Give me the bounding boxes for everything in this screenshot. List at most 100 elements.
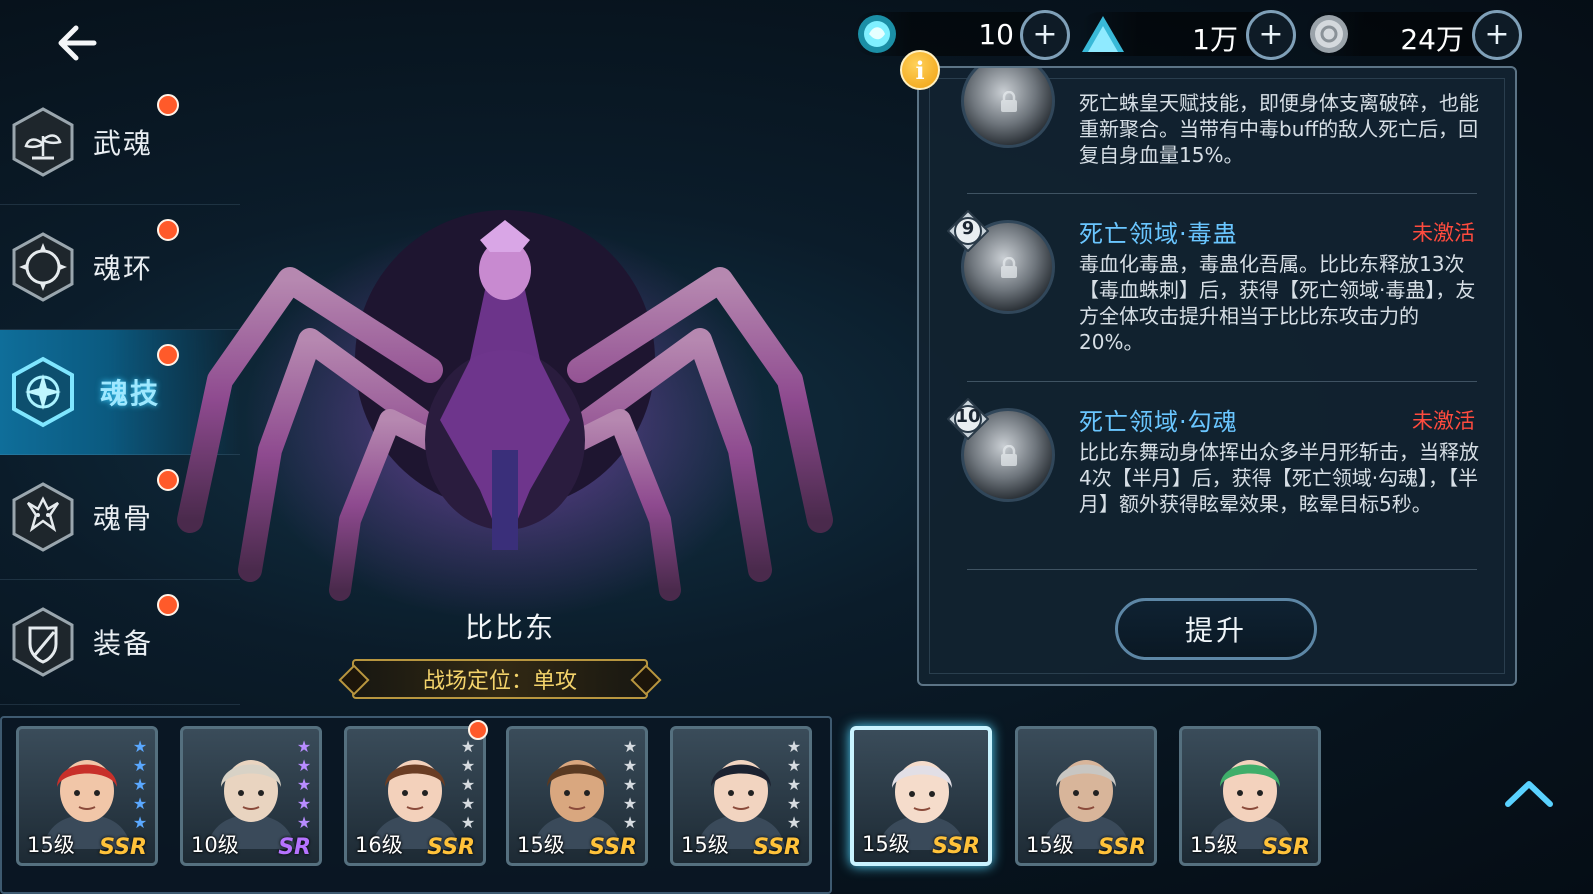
hero-level: 15级 <box>517 833 565 857</box>
star-icon: ★ <box>132 775 148 794</box>
star-rating: ★ ★ ★ ★ ★ <box>785 737 803 832</box>
chevron-up-icon[interactable] <box>1504 776 1554 810</box>
hero-card[interactable]: 15级 SSR <box>1015 726 1157 866</box>
skill-description: 死亡蛛皇天赋技能，即便身体支离破碎，也能重新聚合。当带有中毒buff的敌人死亡后… <box>1079 91 1479 167</box>
currency-silver-coin: 24万 + <box>1304 8 1526 60</box>
currency-value: 1万 <box>1192 23 1238 56</box>
add-soul-crystal-button[interactable]: + <box>1020 10 1070 60</box>
character-model[interactable] <box>160 190 860 630</box>
lock-icon <box>1001 445 1017 466</box>
star-icon: ★ <box>296 756 312 775</box>
hero-level: 15级 <box>681 833 729 857</box>
upgrade-button[interactable]: 提升 <box>1115 598 1317 660</box>
hero-rarity: SR <box>278 835 311 860</box>
hero-card[interactable]: ★ ★ ★ ★ ★ 15级 SSR <box>670 726 812 866</box>
star-icon: ★ <box>622 813 638 832</box>
divider <box>967 193 1477 194</box>
star-icon: ★ <box>296 794 312 813</box>
star-rating: ★ ★ ★ ★ ★ <box>131 737 149 832</box>
star-icon: ★ <box>460 794 476 813</box>
star-icon: ★ <box>786 737 802 756</box>
star-icon: ★ <box>460 756 476 775</box>
skill-status: 未激活 <box>1412 409 1475 433</box>
star-icon: ★ <box>622 756 638 775</box>
hero-rarity: SSR <box>589 835 637 860</box>
soul-crystal-icon <box>858 15 896 53</box>
star-icon: ★ <box>460 813 476 832</box>
star-icon: ★ <box>296 775 312 794</box>
star-icon: ★ <box>786 775 802 794</box>
menu-label: 武魂 <box>93 127 154 160</box>
silver-coin-icon <box>1310 15 1348 53</box>
soul-skill-icon <box>12 356 74 428</box>
star-icon: ★ <box>622 794 638 813</box>
character-name: 比比东 <box>464 611 555 644</box>
divider <box>967 569 1477 570</box>
menu-label: 装备 <box>93 627 154 660</box>
star-icon: ★ <box>460 775 476 794</box>
hero-level: 15级 <box>862 832 910 856</box>
star-icon: ★ <box>296 737 312 756</box>
star-rating: ★ ★ ★ ★ ★ <box>459 737 477 832</box>
star-icon: ★ <box>132 756 148 775</box>
currency-value: 10 <box>978 18 1014 51</box>
soul-bone-icon <box>12 482 74 552</box>
skill-description: 毒血化毒蛊，毒蛊化吾属。比比东释放13次【毒血蛛刺】后，获得【死亡领域·毒蛊】，… <box>1079 252 1476 354</box>
hero-rarity: SSR <box>932 834 980 859</box>
divider <box>967 381 1477 382</box>
hero-card[interactable]: ★ ★ ★ ★ ★ 15级 SSR <box>16 726 158 866</box>
notification-dot <box>157 94 179 116</box>
hero-rarity: SSR <box>753 835 801 860</box>
skill-title: 死亡领域·毒蛊 <box>1079 220 1238 248</box>
hero-card[interactable]: ★ ★ ★ ★ ★ 15级 SSR <box>506 726 648 866</box>
skill-title: 死亡领域·勾魂 <box>1079 408 1238 436</box>
currency-blue-gem: 1万 + <box>1078 8 1300 60</box>
star-icon: ★ <box>296 813 312 832</box>
currency-soul-crystal: 10 + <box>852 8 1074 60</box>
role-plate: 战场定位：单攻 <box>352 659 648 699</box>
blue-gem-pile-icon <box>1082 16 1124 52</box>
menu-label: 魂骨 <box>93 502 154 535</box>
add-blue-gem-button[interactable]: + <box>1246 10 1296 60</box>
hero-level: 15级 <box>1026 833 1074 857</box>
star-icon: ★ <box>132 794 148 813</box>
hero-level: 16级 <box>355 833 403 857</box>
equipment-icon <box>12 607 74 677</box>
hero-card[interactable]: ★ ★ ★ ★ ★ 10级 SR <box>180 726 322 866</box>
arrow-left-icon <box>58 25 97 61</box>
menu-label: 魂环 <box>93 252 154 285</box>
hero-rarity: SSR <box>1098 835 1146 860</box>
soul-ring-icon <box>12 232 74 302</box>
skill-level: 9 <box>961 218 975 239</box>
star-icon: ★ <box>786 756 802 775</box>
menu-item-martial-soul[interactable]: 武魂 <box>0 80 240 205</box>
back-button[interactable] <box>50 18 104 68</box>
star-icon: ★ <box>622 775 638 794</box>
info-icon[interactable]: i <box>900 50 940 90</box>
star-icon: ★ <box>132 737 148 756</box>
lock-icon <box>1001 91 1017 112</box>
skill-level: 10 <box>955 406 981 427</box>
add-silver-coin-button[interactable]: + <box>1472 10 1522 60</box>
star-icon: ★ <box>786 794 802 813</box>
lock-icon <box>1001 257 1017 278</box>
hero-card[interactable]: 15级 SSR <box>850 726 992 866</box>
hero-card[interactable]: 15级 SSR <box>1179 726 1321 866</box>
hero-rarity: SSR <box>1262 835 1310 860</box>
currency-value: 24万 <box>1400 23 1464 56</box>
skill-icon <box>961 68 1055 148</box>
hero-card[interactable]: ★ ★ ★ ★ ★ 16级 SSR <box>344 726 486 866</box>
star-rating: ★ ★ ★ ★ ★ <box>295 737 313 832</box>
skill-status: 未激活 <box>1412 221 1475 245</box>
menu-label: 魂技 <box>100 377 161 410</box>
hero-level: 10级 <box>191 833 239 857</box>
star-icon: ★ <box>786 813 802 832</box>
hero-rarity: SSR <box>427 835 475 860</box>
star-rating: ★ ★ ★ ★ ★ <box>621 737 639 832</box>
role-text: 战场定位：单攻 <box>422 669 577 694</box>
hero-rarity: SSR <box>99 835 147 860</box>
martial-soul-icon <box>12 107 74 177</box>
hero-level: 15级 <box>1190 833 1238 857</box>
notification-dot <box>468 720 488 740</box>
star-icon: ★ <box>460 737 476 756</box>
